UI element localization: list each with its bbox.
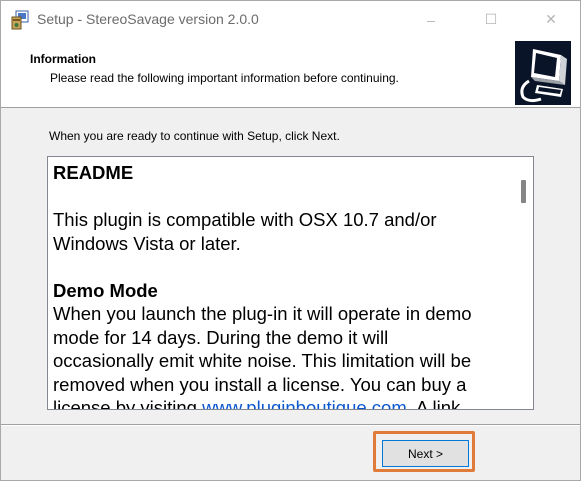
setup-window: Setup - StereoSavage version 2.0.0 – ☐ ✕… — [0, 0, 581, 481]
readme-line: occasionally emit white noise. This limi… — [53, 350, 472, 371]
next-button[interactable]: Next > — [382, 440, 469, 467]
readme-text: . A link — [406, 397, 461, 410]
readme-line: When you launch the plug-in it will oper… — [53, 303, 472, 324]
window-title: Setup - StereoSavage version 2.0.0 — [37, 11, 259, 27]
demo-mode-heading: Demo Mode — [53, 279, 158, 301]
scrollbar-thumb[interactable] — [521, 180, 526, 203]
computer-setup-logo-icon — [515, 41, 571, 105]
maximize-icon: ☐ — [484, 11, 498, 27]
title-bar[interactable]: Setup - StereoSavage version 2.0.0 – ☐ ✕ — [1, 1, 580, 38]
footer-divider — [1, 424, 580, 426]
close-button[interactable]: ✕ — [528, 1, 574, 38]
readme-line: This plugin is compatible with OSX 10.7 … — [53, 209, 437, 230]
readme-line: license by visiting www.pluginboutique.c… — [53, 396, 511, 410]
close-icon: ✕ — [545, 11, 557, 27]
readme-gap — [53, 185, 511, 209]
readme-heading: README — [53, 162, 134, 183]
intro-text: When you are ready to continue with Setu… — [49, 129, 340, 143]
maximize-button[interactable]: ☐ — [468, 1, 514, 38]
page-title: Information — [30, 52, 96, 66]
readme-text: license by visiting — [53, 397, 203, 410]
readme-line: Windows Vista or later. — [53, 232, 241, 254]
wizard-header: Information Please read the following im… — [1, 38, 580, 108]
readme-content: README This plugin is compatible with OS… — [53, 161, 511, 410]
readme-textbox[interactable]: README This plugin is compatible with OS… — [47, 156, 534, 410]
readme-scrollbar[interactable] — [516, 157, 533, 409]
readme-line: mode for 14 days. During the demo it wil… — [53, 326, 389, 348]
readme-line: removed when you install a license. You … — [53, 373, 467, 395]
pluginboutique-link[interactable]: www.pluginboutique.com — [202, 397, 407, 409]
minimize-icon: – — [427, 11, 435, 28]
page-subtitle: Please read the following important info… — [50, 71, 399, 85]
readme-gap — [53, 255, 511, 279]
minimize-button[interactable]: – — [408, 1, 454, 38]
setup-installer-icon — [11, 10, 29, 30]
